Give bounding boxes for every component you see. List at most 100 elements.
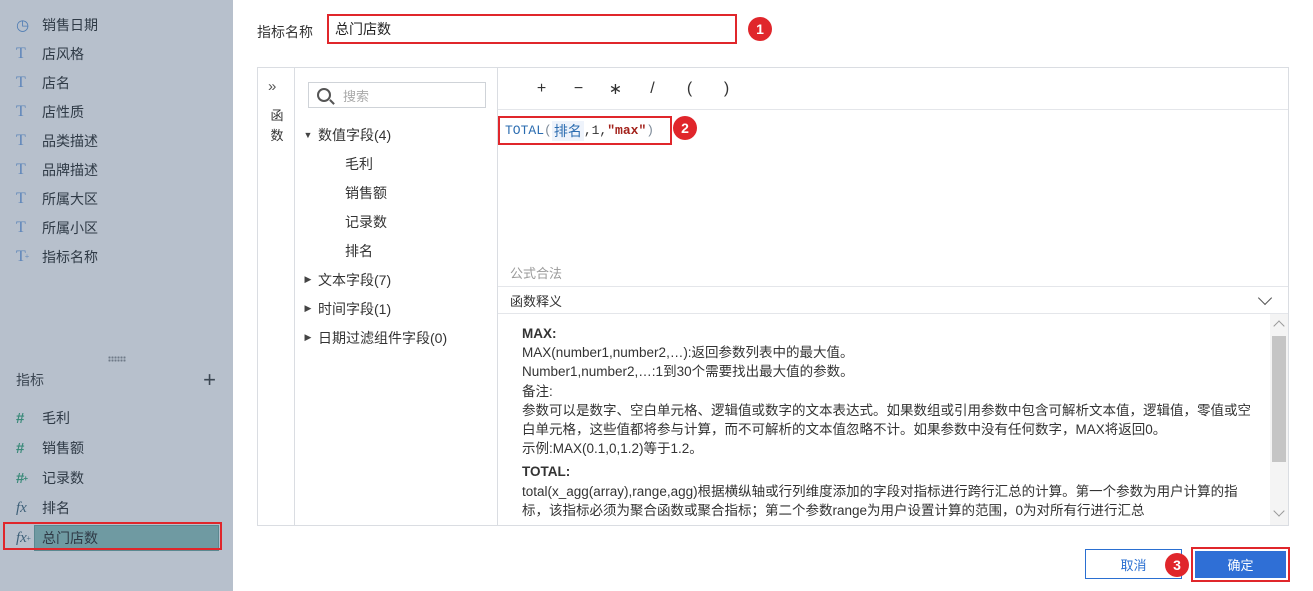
- number-field-icon: #: [16, 409, 25, 427]
- dimension-label: 品类描述: [42, 132, 98, 149]
- tree-group-text[interactable]: ▶ 文本字段(7): [301, 265, 496, 294]
- tree-group-date-filter[interactable]: ▶ 日期过滤组件字段(0): [301, 323, 496, 352]
- description-line: 参数可以是数字、空白单元格、逻辑值或数字的文本表达式。如果数组或引用参数中包含可…: [522, 402, 1251, 438]
- dimension-label: 销售日期: [42, 16, 98, 33]
- description-scrollbar[interactable]: [1270, 314, 1288, 525]
- formula-close-paren: ): [646, 123, 655, 138]
- text-field-icon: T: [16, 189, 26, 207]
- formula-editor-panel: » 函数 搜索 ▼ 数值字段(4) 毛利 销售额 记录数 排名 ▶ 文本字段(7…: [257, 67, 1289, 526]
- dimension-label: 品牌描述: [42, 161, 98, 178]
- metric-item-rank[interactable]: fx 排名: [0, 493, 233, 523]
- formula-area: + − ∗ / ( ) TOTAL(排名 ,1, "max") 公式合法 函数释义 …: [498, 68, 1288, 525]
- dimension-item-metric-name[interactable]: T + 指标名称: [0, 242, 233, 271]
- function-description-header[interactable]: 函数释义: [498, 286, 1288, 314]
- step-badge-2: 2: [673, 116, 697, 140]
- description-line: 备注:: [522, 383, 553, 399]
- dimension-label: 店性质: [42, 103, 84, 120]
- formula-string-arg: "max": [607, 123, 647, 138]
- chevron-down-icon[interactable]: [1257, 290, 1273, 305]
- scroll-thumb[interactable]: [1272, 336, 1286, 462]
- field-tree-panel: 搜索 ▼ 数值字段(4) 毛利 销售额 记录数 排名 ▶ 文本字段(7) ▶ 时…: [295, 68, 498, 525]
- dimension-item-brand[interactable]: T 品牌描述: [0, 155, 233, 184]
- dimension-list: ◷ 销售日期 T 店风格 T 店名 T 店性质 T 品类描述 T 品牌描述 T …: [0, 10, 233, 271]
- multiply-operator-button[interactable]: ∗: [597, 79, 634, 99]
- minus-operator-button[interactable]: −: [560, 80, 597, 98]
- formula-icon: fx: [16, 499, 27, 516]
- operator-toolbar: + − ∗ / ( ): [498, 68, 1288, 110]
- tree-group-label: 数值字段(4): [318, 126, 392, 143]
- function-panel-toggle[interactable]: » 函数: [258, 68, 295, 525]
- description-line: MAX:: [522, 326, 557, 341]
- caret-right-icon: ▶: [304, 332, 312, 342]
- close-paren-button[interactable]: ): [708, 80, 745, 98]
- text-field-icon: T: [16, 44, 26, 62]
- metric-label: 毛利: [42, 410, 70, 426]
- field-tree: ▼ 数值字段(4) 毛利 销售额 记录数 排名 ▶ 文本字段(7) ▶ 时间字段…: [301, 120, 496, 352]
- double-chevron-right-icon[interactable]: »: [268, 78, 276, 95]
- text-field-icon: T: [16, 218, 26, 236]
- dimension-item-store-name[interactable]: T 店名: [0, 68, 233, 97]
- metrics-title: 指标: [16, 372, 44, 388]
- tree-group-label: 文本字段(7): [318, 271, 392, 288]
- dimension-item-store-type[interactable]: T 店性质: [0, 97, 233, 126]
- dimension-label: 店名: [42, 74, 70, 91]
- plus-operator-button[interactable]: +: [523, 80, 560, 98]
- caret-down-icon: ▼: [303, 129, 313, 140]
- metric-item-gross-profit[interactable]: # 毛利: [0, 403, 233, 433]
- scroll-down-icon[interactable]: [1273, 505, 1285, 517]
- step-badge-3: 3: [1165, 553, 1189, 577]
- divide-operator-button[interactable]: /: [634, 80, 671, 98]
- metric-name-input[interactable]: 总门店数: [327, 14, 737, 44]
- tree-group-time[interactable]: ▶ 时间字段(1): [301, 294, 496, 323]
- dimension-item-sales-date[interactable]: ◷ 销售日期: [0, 10, 233, 39]
- metric-name-label: 指标名称: [257, 24, 313, 40]
- clock-icon: ◷: [16, 16, 30, 34]
- text-field-icon: T: [16, 73, 26, 91]
- dimension-item-subregion[interactable]: T 所属小区: [0, 213, 233, 242]
- calculated-number-field-icon: # +: [16, 469, 29, 487]
- metric-item-sales[interactable]: # 销售额: [0, 433, 233, 463]
- tree-item-gross-profit[interactable]: 毛利: [301, 149, 496, 178]
- number-field-icon: #: [16, 439, 25, 457]
- search-icon: [317, 88, 331, 102]
- tree-item-rank[interactable]: 排名: [301, 236, 496, 265]
- metric-label: 排名: [42, 500, 70, 516]
- caret-right-icon: ▶: [304, 274, 312, 284]
- panel-resize-handle[interactable]: [108, 356, 126, 362]
- field-search-input[interactable]: 搜索: [308, 82, 486, 108]
- dimension-label: 所属大区: [42, 190, 98, 207]
- formula-field-token[interactable]: 排名: [551, 120, 584, 141]
- text-field-icon: T: [16, 102, 26, 120]
- scroll-up-icon[interactable]: [1273, 320, 1285, 332]
- function-description-body: MAX: MAX(number1,number2,…):返回参数列表中的最大值。…: [498, 314, 1270, 525]
- description-line: MAX(number1,number2,…):返回参数列表中的最大值。: [522, 345, 854, 361]
- tree-item-record-count[interactable]: 记录数: [301, 207, 496, 236]
- text-field-icon: T: [16, 160, 26, 178]
- dimension-item-category[interactable]: T 品类描述: [0, 126, 233, 155]
- metrics-header: 指标 +: [16, 368, 216, 392]
- dimension-item-store-style[interactable]: T 店风格: [0, 39, 233, 68]
- plus-icon[interactable]: +: [203, 369, 216, 391]
- function-description-title: 函数释义: [510, 293, 563, 309]
- formula-function: TOTAL: [505, 123, 545, 138]
- field-sidebar: ◷ 销售日期 T 店风格 T 店名 T 店性质 T 品类描述 T 品牌描述 T …: [0, 0, 233, 591]
- metric-item-record-count[interactable]: # + 记录数: [0, 463, 233, 493]
- highlight-frame-selected-metric: [3, 522, 222, 550]
- dimension-label: 店风格: [42, 45, 84, 62]
- calculated-text-field-icon: T +: [16, 247, 30, 265]
- formula-input[interactable]: TOTAL(排名 ,1, "max"): [498, 116, 672, 145]
- dimension-item-region[interactable]: T 所属大区: [0, 184, 233, 213]
- tree-item-sales[interactable]: 销售额: [301, 178, 496, 207]
- description-line: total(x_agg(array),range,agg)根据横纵轴或行列维度添…: [522, 483, 1238, 518]
- dimension-label: 所属小区: [42, 219, 98, 236]
- confirm-button[interactable]: 确定: [1195, 551, 1286, 578]
- metric-label: 销售额: [42, 440, 84, 456]
- dimension-label: 指标名称: [42, 248, 98, 265]
- description-line: 示例:MAX(0.1,0,1.2)等于1.2。: [522, 441, 703, 457]
- tree-group-numeric[interactable]: ▼ 数值字段(4): [301, 120, 496, 149]
- function-label: 函数: [270, 108, 284, 143]
- tree-group-label: 时间字段(1): [318, 300, 392, 317]
- open-paren-button[interactable]: (: [671, 80, 708, 98]
- tree-group-label: 日期过滤组件字段(0): [318, 329, 448, 346]
- formula-open-paren: (: [544, 123, 552, 138]
